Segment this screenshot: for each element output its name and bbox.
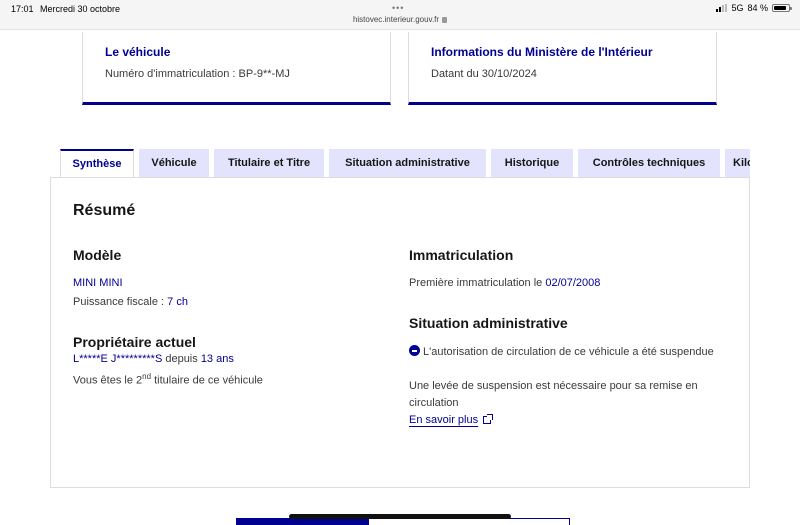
learn-more-link[interactable]: En savoir plus [409,412,494,429]
status-bar: 17:01 Mercredi 30 octobre ••• histovec.i… [0,0,800,30]
owner-since-value: 13 ans [200,353,234,365]
address-bar[interactable]: histovec.interieur.gouv.fr [0,15,800,24]
vehicle-card-title: Le véhicule [105,45,171,59]
lock-icon [442,17,448,23]
model-heading: Modèle [73,247,122,263]
signal-icon [716,4,728,12]
admin-status: L'autorisation de circulation de ce véhi… [409,344,729,361]
tab-historique[interactable]: Historique [491,149,573,177]
status-time: 17:01 [11,4,34,14]
summary-title: Résumé [73,202,136,219]
suspended-icon [409,345,420,356]
battery-fill [774,6,786,10]
ministry-date: Datant du 30/10/2024 [431,68,537,80]
tab-situation-administrative[interactable]: Situation administrative [329,149,486,177]
tab-vehicule[interactable]: Véhicule [139,149,209,177]
fiscal-power-value: 7 ch [167,296,188,308]
tab-synthese[interactable]: Synthèse [60,149,134,177]
ministry-card: Informations du Ministère de l'Intérieur… [408,32,717,105]
fiscal-power: Puissance fiscale : 7 ch [73,294,188,311]
owner-heading: Propriétaire actuel [73,334,196,350]
first-registration-date: 02/07/2008 [545,277,601,289]
owner-rank-suffix: nd [142,372,152,381]
vehicle-card: Le véhicule Numéro d'immatriculation : B… [82,32,391,105]
owner-rank: Vous êtes le 2nd titulaire de ce véhicul… [73,368,263,390]
first-registration: Première immatriculation le 02/07/2008 [409,275,600,292]
ministry-card-title: Informations du Ministère de l'Intérieur [431,45,653,59]
admin-detail: Une levée de suspension est nécessaire p… [409,380,698,409]
battery-label: 84 % [747,3,768,13]
admin-status-text: L'autorisation de circulation de ce véhi… [423,346,714,358]
tab-kilometrage[interactable]: Kilo [725,149,750,177]
status-indicators: 5G 84 % [716,3,792,13]
primary-action-button[interactable] [236,518,368,525]
network-label: 5G [731,3,744,13]
vehicle-plate: Numéro d'immatriculation : BP-9**-MJ [105,68,290,80]
home-indicator[interactable] [289,514,511,519]
tab-controles-techniques[interactable]: Contrôles techniques [578,149,720,177]
learn-more-label[interactable]: En savoir plus [409,414,478,426]
url-text: histovec.interieur.gouv.fr [352,15,440,24]
owner-rank-prefix: Vous êtes le [73,374,136,387]
status-date: Mercredi 30 octobre [40,4,121,14]
battery-icon [772,4,792,12]
owner-rank-rest: titulaire de ce véhicule [151,374,263,387]
tab-bar: Synthèse Véhicule Titulaire et Titre Sit… [60,149,750,177]
fiscal-power-label: Puissance fiscale : [73,296,168,308]
model-name: MINI MINI [73,277,123,289]
synthese-panel: Résumé Modèle MINI MINI Puissance fiscal… [50,177,750,488]
first-registration-label: Première immatriculation le [409,277,546,289]
external-link-icon [483,414,494,424]
owner-line: L*****E J*********S depuis 13 ans [73,351,234,368]
admin-heading: Situation administrative [409,315,568,331]
owner-since-label: depuis [162,353,201,365]
owner-name: L*****E J*********S [73,353,163,365]
tab-titulaire[interactable]: Titulaire et Titre [214,149,324,177]
secondary-action-button[interactable] [368,518,570,525]
multitask-dots-icon[interactable]: ••• [392,3,404,13]
registration-heading: Immatriculation [409,247,514,263]
